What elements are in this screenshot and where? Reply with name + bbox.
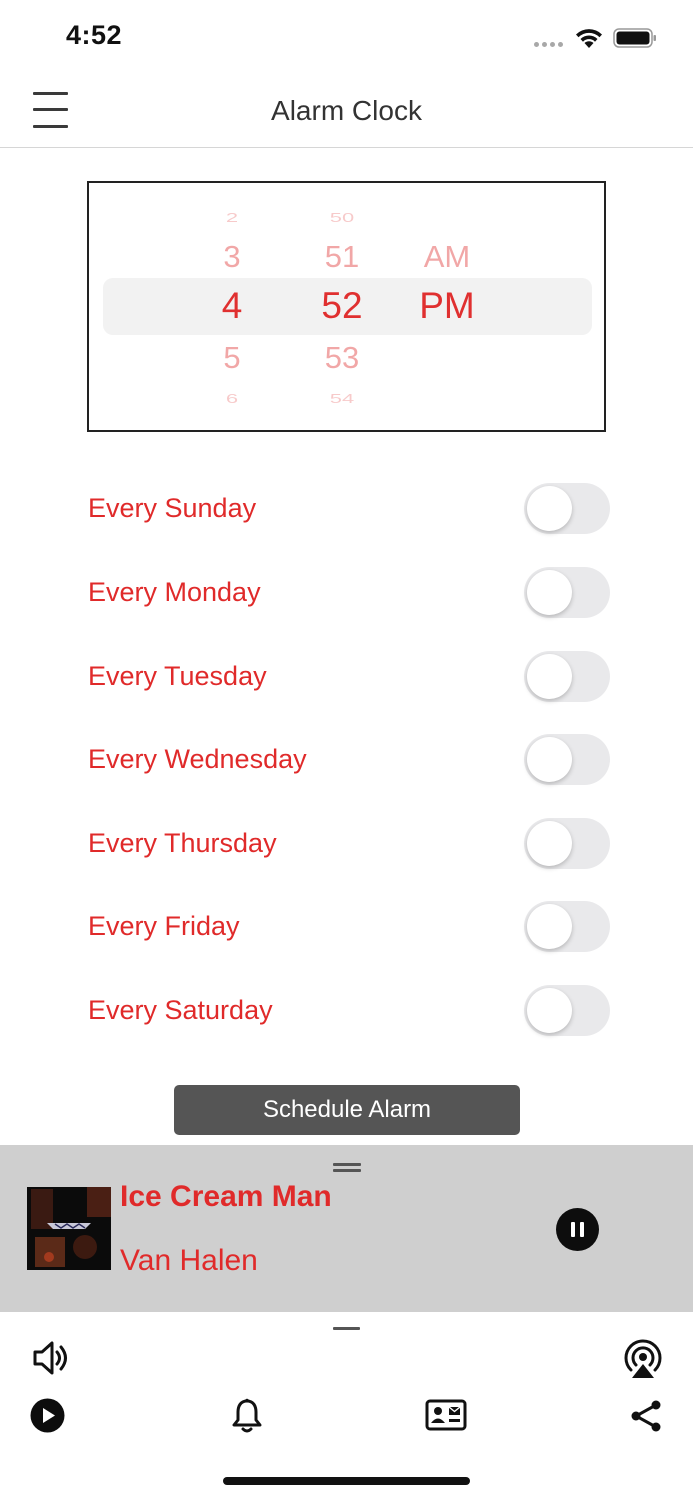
track-artist: Van Halen: [120, 1244, 258, 1277]
status-time: 4:52: [66, 20, 123, 50]
hour-option[interactable]: 3: [189, 239, 275, 275]
minute-wheel[interactable]: 50 51 52 53 54: [294, 183, 390, 430]
album-art: [27, 1187, 111, 1270]
tuesday-toggle[interactable]: [524, 651, 610, 702]
hour-option[interactable]: 6: [189, 391, 275, 407]
wednesday-toggle[interactable]: [524, 734, 610, 785]
toolbar-drag-handle[interactable]: [333, 1327, 360, 1330]
toggle-knob: [527, 654, 572, 699]
day-label: Every Friday: [88, 911, 240, 941]
battery-icon: [613, 28, 656, 48]
toggle-knob: [527, 904, 572, 949]
day-row-friday: Every Friday: [0, 900, 693, 984]
bottom-toolbar: [0, 1312, 693, 1500]
minute-selected[interactable]: 52: [294, 285, 390, 327]
time-picker[interactable]: 2 3 4 5 6 50 51 52 53 54 AM PM: [87, 181, 606, 432]
toggle-knob: [527, 486, 572, 531]
page-title: Alarm Clock: [271, 95, 422, 126]
toggle-knob: [527, 988, 572, 1033]
minute-option[interactable]: 53: [294, 340, 390, 376]
nav-bar: Alarm Clock: [0, 75, 693, 148]
airplay-icon[interactable]: [621, 1336, 665, 1380]
toggle-knob: [527, 737, 572, 782]
toggle-knob: [527, 821, 572, 866]
volume-icon[interactable]: [32, 1339, 72, 1377]
period-wheel[interactable]: AM PM: [394, 183, 500, 430]
day-row-saturday: Every Saturday: [0, 984, 693, 1068]
minute-option[interactable]: 51: [294, 239, 390, 275]
day-row-tuesday: Every Tuesday: [0, 650, 693, 734]
status-bar: 4:52: [0, 0, 693, 75]
sunday-toggle[interactable]: [524, 483, 610, 534]
wifi-icon: [576, 29, 602, 48]
pause-icon: [571, 1222, 575, 1237]
hour-wheel[interactable]: 2 3 4 5 6: [189, 183, 275, 430]
day-row-monday: Every Monday: [0, 566, 693, 650]
minute-option[interactable]: 50: [294, 210, 390, 226]
day-row-thursday: Every Thursday: [0, 817, 693, 901]
day-label: Every Sunday: [88, 493, 257, 523]
saturday-toggle[interactable]: [524, 985, 610, 1036]
hour-option[interactable]: 5: [189, 340, 275, 376]
period-selected[interactable]: PM: [394, 285, 500, 327]
day-label: Every Saturday: [88, 995, 273, 1025]
period-option[interactable]: AM: [394, 239, 500, 275]
day-label: Every Tuesday: [88, 661, 267, 691]
contact-card-icon[interactable]: [425, 1399, 467, 1431]
friday-toggle[interactable]: [524, 901, 610, 952]
day-row-wednesday: Every Wednesday: [0, 733, 693, 817]
day-label: Every Thursday: [88, 828, 277, 858]
day-label: Every Wednesday: [88, 744, 307, 774]
hour-option[interactable]: 2: [189, 210, 275, 226]
home-indicator[interactable]: [223, 1477, 470, 1485]
now-playing-bar[interactable]: Ice Cream Man Van Halen: [0, 1145, 693, 1312]
day-label: Every Monday: [88, 577, 261, 607]
share-icon[interactable]: [629, 1399, 663, 1433]
hour-selected[interactable]: 4: [189, 285, 275, 327]
album-cover-image: [27, 1187, 111, 1270]
minute-option[interactable]: 54: [294, 391, 390, 407]
thursday-toggle[interactable]: [524, 818, 610, 869]
monday-toggle[interactable]: [524, 567, 610, 618]
toggle-knob: [527, 570, 572, 615]
drag-handle-icon[interactable]: [333, 1163, 361, 1172]
play-icon[interactable]: [30, 1398, 65, 1433]
bell-icon[interactable]: [231, 1398, 263, 1434]
track-title: Ice Cream Man: [120, 1180, 332, 1213]
schedule-alarm-button[interactable]: Schedule Alarm: [174, 1085, 520, 1135]
pause-button[interactable]: [556, 1208, 599, 1251]
day-row-sunday: Every Sunday: [0, 482, 693, 566]
cellular-signal-icon: [534, 42, 566, 48]
